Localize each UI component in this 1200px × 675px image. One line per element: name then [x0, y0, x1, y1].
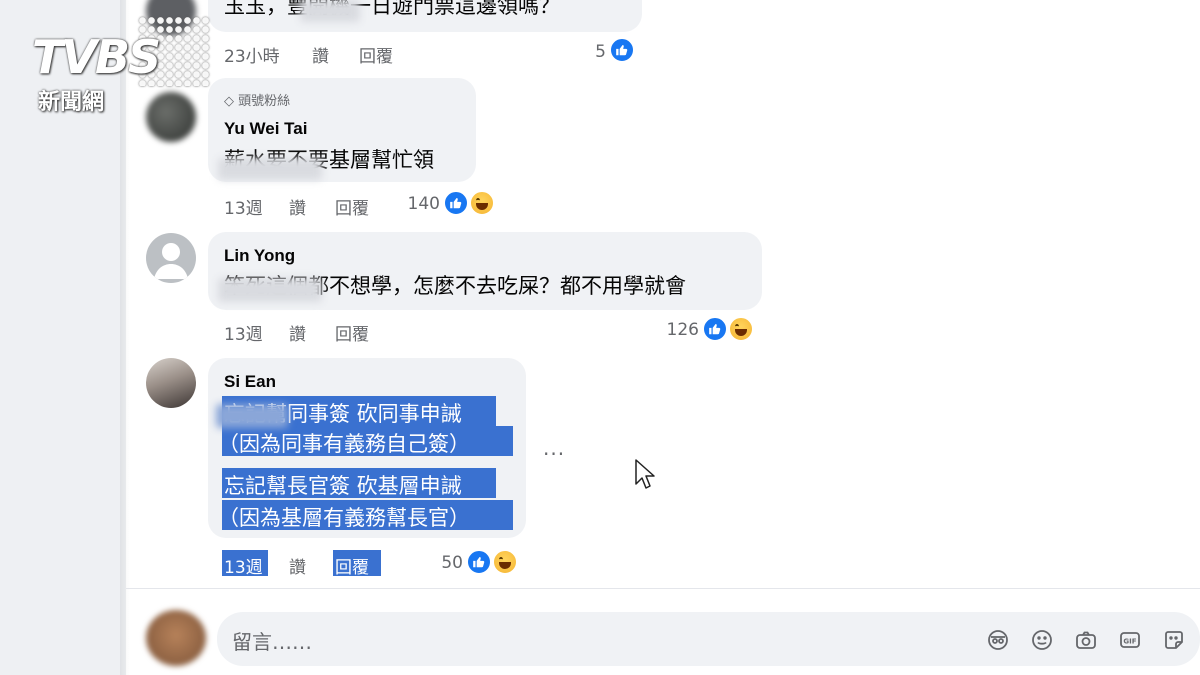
haha-reaction-icon [469, 190, 495, 216]
top-fan-badge: ◇ 頭號粉絲 [224, 90, 290, 109]
reply-link[interactable]: 回覆 [335, 194, 369, 219]
commenter-avatar[interactable] [146, 358, 196, 408]
comment-author[interactable]: Si Ean [224, 372, 276, 392]
reply-link[interactable]: 回覆 [335, 320, 369, 345]
like-reaction-icon [443, 190, 469, 216]
like-link[interactable]: 讚 [289, 194, 306, 219]
gif-icon[interactable]: GIF [1118, 628, 1142, 652]
tvbs-watermark-logo: TVBS 新聞網 [26, 16, 226, 120]
comment-line: （因為基層有義務幫長官） [218, 506, 470, 530]
like-link[interactable]: 讚 [289, 320, 306, 345]
like-link[interactable]: 讚 [312, 42, 329, 67]
redacted-text [218, 278, 322, 302]
svg-text:GIF: GIF [1123, 638, 1136, 646]
comment-input-placeholder[interactable]: 留言…… [232, 626, 312, 655]
comment-time[interactable]: 13週 [224, 553, 263, 578]
mouse-cursor-icon [634, 458, 656, 494]
like-reaction-icon [702, 316, 728, 342]
camera-icon[interactable] [1074, 628, 1098, 652]
divider [126, 588, 1200, 589]
comment-line: （因為同事有義務自己簽） [218, 432, 470, 456]
reaction-count[interactable]: 126 [639, 320, 699, 340]
comment-time[interactable]: 13週 [224, 194, 263, 219]
comment-line: 忘記幫長官簽 砍基層申誡 [224, 474, 462, 498]
default-avatar-icon[interactable] [146, 233, 196, 283]
badge-label: 頭號粉絲 [238, 94, 291, 109]
current-user-avatar [146, 610, 206, 666]
emoji-icon[interactable] [1030, 628, 1054, 652]
haha-reaction-icon [492, 549, 518, 575]
logo-brand: TVBS [32, 30, 161, 84]
haha-reaction-icon [728, 316, 754, 342]
comment-text: 玉玉，豐開機一日遊門票這邊領嗎？ [224, 0, 560, 18]
sticker-icon[interactable] [1162, 628, 1186, 652]
like-reaction-icon [466, 549, 492, 575]
reaction-count[interactable]: 5 [546, 42, 606, 62]
comment-time[interactable]: 23小時 [224, 42, 280, 67]
comment-time[interactable]: 13週 [224, 320, 263, 345]
avatar-sticker-icon[interactable] [986, 628, 1010, 652]
redacted-text [218, 158, 322, 180]
reaction-count[interactable]: 50 [403, 553, 463, 573]
comment-author[interactable]: Lin Yong [224, 246, 295, 266]
redacted-text [300, 0, 360, 22]
reply-link[interactable]: 回覆 [359, 42, 393, 67]
redacted-text [216, 404, 288, 428]
more-options-button[interactable]: ... [543, 436, 565, 460]
comment-author[interactable]: Yu Wei Tai [224, 119, 307, 139]
reaction-count[interactable]: 140 [380, 194, 440, 214]
like-reaction-icon [609, 37, 635, 63]
reply-link[interactable]: 回覆 [335, 553, 369, 578]
logo-subtitle: 新聞網 [38, 90, 105, 115]
like-link[interactable]: 讚 [289, 553, 306, 578]
